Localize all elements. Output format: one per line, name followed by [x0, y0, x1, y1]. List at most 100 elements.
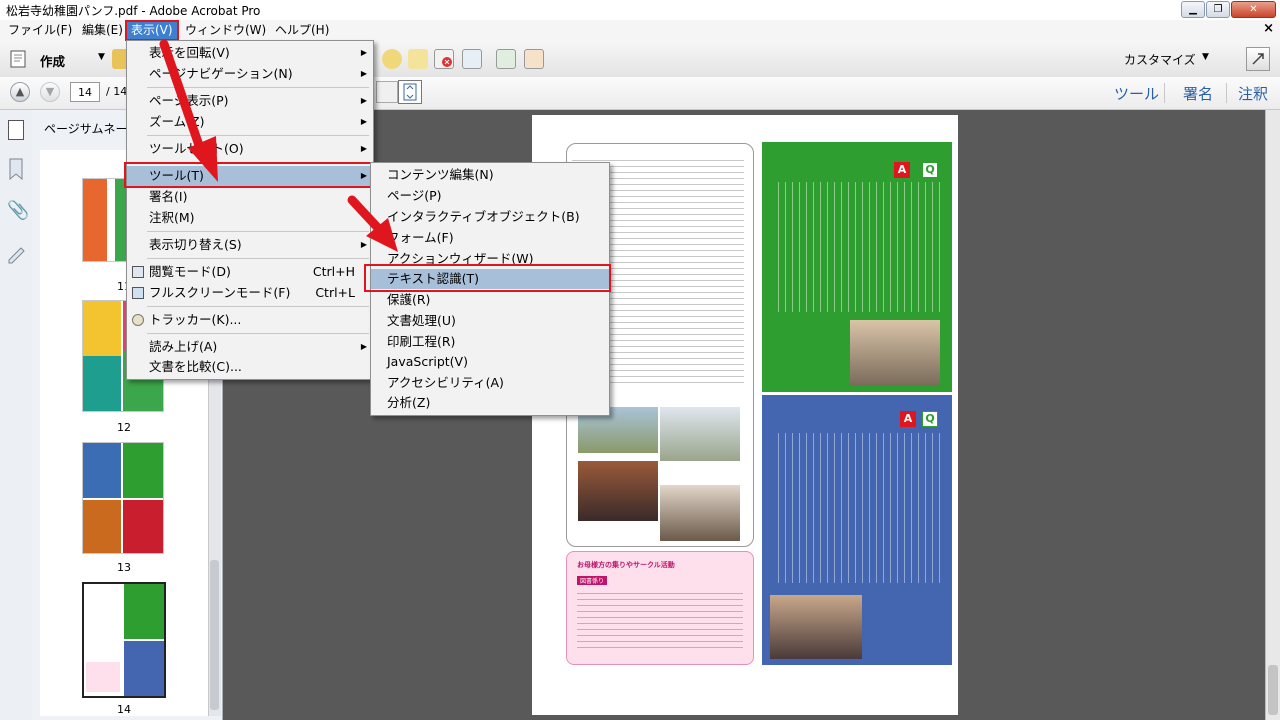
- menu-item-label: アクセシビリティ(A): [387, 375, 504, 390]
- restore-button[interactable]: ❐: [1206, 1, 1230, 18]
- menu-item-comment[interactable]: 注釈(M): [127, 208, 373, 228]
- menu-item-compare-documents[interactable]: 文書を比較(C)...: [127, 357, 373, 377]
- menu-item-label: フルスクリーンモード(F): [149, 285, 291, 300]
- menu-item-read-mode[interactable]: 閲覧モード(D) Ctrl+H: [127, 262, 373, 282]
- pink-box-title: お母様方の集りやサークル活動: [577, 561, 675, 569]
- menu-item-full-screen[interactable]: フルスクリーンモード(F) Ctrl+L: [127, 283, 373, 303]
- thumbnail-label: 12: [117, 421, 131, 434]
- menu-item-show-hide[interactable]: 表示切り替え(S) ▶: [127, 235, 373, 255]
- submenu-item-forms[interactable]: フォーム(F): [371, 228, 609, 248]
- submenu-arrow-icon: ▶: [360, 69, 367, 78]
- signature-icon[interactable]: [7, 242, 25, 264]
- chevron-down-icon[interactable]: ▼: [1202, 52, 1209, 62]
- menu-item-label: 文書を比較(C)...: [149, 359, 242, 374]
- fit-width-icon[interactable]: [376, 81, 398, 103]
- delete-page-icon[interactable]: [434, 49, 454, 69]
- menu-item-label: 分析(Z): [387, 395, 431, 410]
- menu-edit[interactable]: 編集(E): [78, 22, 127, 39]
- submenu-item-javascript[interactable]: JavaScript(V): [371, 352, 609, 372]
- photo: [850, 320, 940, 386]
- menu-item-label: 文書処理(U): [387, 313, 456, 328]
- submenu-arrow-icon: ▶: [360, 48, 367, 57]
- submenu-item-print-production[interactable]: 印刷工程(R): [371, 332, 609, 352]
- tab-tools[interactable]: ツール: [1114, 83, 1159, 104]
- customize-button[interactable]: カスタマイズ: [1124, 51, 1196, 68]
- create-button[interactable]: 作成: [40, 51, 65, 70]
- tracker-icon: [132, 314, 144, 326]
- title-bar: 松岩寺幼稚園パンフ.pdf - Adobe Acrobat Pro ▁ ❐ ✕: [0, 0, 1280, 21]
- menu-separator: [147, 306, 369, 307]
- menu-item-label: 読み上げ(A): [149, 339, 218, 354]
- answer-badge: A: [900, 411, 916, 427]
- tab-comment[interactable]: 注釈: [1238, 83, 1268, 104]
- pink-info-box: お母様方の集りやサークル活動 図書係り: [566, 551, 754, 665]
- page-number-input[interactable]: [70, 82, 100, 102]
- blue-panel-text: [772, 433, 942, 583]
- question-badge: Q: [922, 162, 938, 178]
- divider: [1164, 83, 1165, 103]
- menu-item-label: インタラクティブオブジェクト(B): [387, 209, 580, 224]
- highlight-icon[interactable]: [408, 49, 428, 69]
- thumbnail-page-14[interactable]: [82, 582, 166, 698]
- question-badge: Q: [922, 411, 938, 427]
- menu-item-read-aloud[interactable]: 読み上げ(A) ▶: [127, 337, 373, 357]
- close-document-icon[interactable]: ×: [1263, 21, 1274, 36]
- menu-file[interactable]: ファイル(F): [4, 22, 76, 39]
- menu-item-label: 保護(R): [387, 292, 431, 307]
- full-screen-icon: [132, 287, 144, 299]
- submenu-item-analyze[interactable]: 分析(Z): [371, 393, 609, 413]
- export-icon[interactable]: [496, 49, 516, 69]
- create-icon: [8, 49, 34, 69]
- attachment-icon[interactable]: 📎: [7, 200, 29, 222]
- annotation-arrow: [347, 195, 398, 252]
- submenu-item-pages[interactable]: ページ(P): [371, 186, 609, 206]
- tab-sign[interactable]: 署名: [1183, 83, 1213, 104]
- answer-badge: A: [894, 162, 910, 178]
- menu-item-tracker[interactable]: トラッカー(K)...: [127, 310, 373, 330]
- submenu-item-protection[interactable]: 保護(R): [371, 290, 609, 310]
- search-icon[interactable]: [462, 49, 482, 69]
- close-window-button[interactable]: ✕: [1231, 1, 1276, 18]
- menu-item-label: 注釈(M): [149, 210, 195, 225]
- navigation-pane-bar: 📎: [0, 110, 33, 720]
- submenu-item-interactive-objects[interactable]: インタラクティブオブジェクト(B): [371, 207, 609, 227]
- read-mode-icon: [132, 266, 144, 278]
- next-page-button[interactable]: ▼: [40, 82, 60, 102]
- submenu-item-document-processing[interactable]: 文書処理(U): [371, 311, 609, 331]
- menu-help[interactable]: ヘルプ(H): [271, 22, 333, 39]
- expand-icon[interactable]: [1246, 47, 1270, 71]
- divider: [1226, 83, 1227, 103]
- thumbnail-page-13[interactable]: [82, 442, 164, 554]
- submenu-arrow-icon: ▶: [360, 117, 367, 126]
- green-panel-text: [772, 182, 942, 312]
- menu-item-label: 閲覧モード(D): [149, 264, 231, 279]
- window-title: 松岩寺幼稚園パンフ.pdf - Adobe Acrobat Pro: [6, 4, 261, 18]
- minimize-button[interactable]: ▁: [1181, 1, 1205, 18]
- submenu-item-content-editing[interactable]: コンテンツ編集(N): [371, 165, 609, 185]
- submenu-arrow-icon: ▶: [360, 96, 367, 105]
- photo: [770, 595, 862, 659]
- photo: [578, 461, 658, 521]
- bookmark-icon[interactable]: [9, 158, 23, 181]
- annotation-arrow: [159, 39, 218, 182]
- menu-item-label: トラッカー(K)...: [149, 312, 242, 327]
- page-thumbnails-icon[interactable]: [8, 120, 24, 140]
- pink-box-subtitle: 図書係り: [577, 576, 608, 585]
- thumbnail-label: 14: [117, 703, 131, 716]
- document-scrollbar[interactable]: [1265, 110, 1280, 720]
- photo: [660, 407, 740, 461]
- menu-separator: [147, 333, 369, 334]
- edit-icon[interactable]: [524, 49, 544, 69]
- fit-page-icon[interactable]: [398, 80, 422, 104]
- submenu-arrow-icon: ▶: [360, 342, 367, 351]
- menu-item-label: コンテンツ編集(N): [387, 167, 494, 182]
- photo: [660, 485, 740, 541]
- previous-page-button[interactable]: ▲: [10, 82, 30, 102]
- thumbnail-label: 13: [117, 561, 131, 574]
- comment-icon[interactable]: [382, 49, 402, 69]
- page-total: / 14: [106, 85, 128, 98]
- menu-separator: [147, 231, 369, 232]
- menu-item-label: 表示切り替え(S): [149, 237, 242, 252]
- submenu-item-accessibility[interactable]: アクセシビリティ(A): [371, 373, 609, 393]
- chevron-down-icon[interactable]: ▼: [98, 52, 105, 62]
